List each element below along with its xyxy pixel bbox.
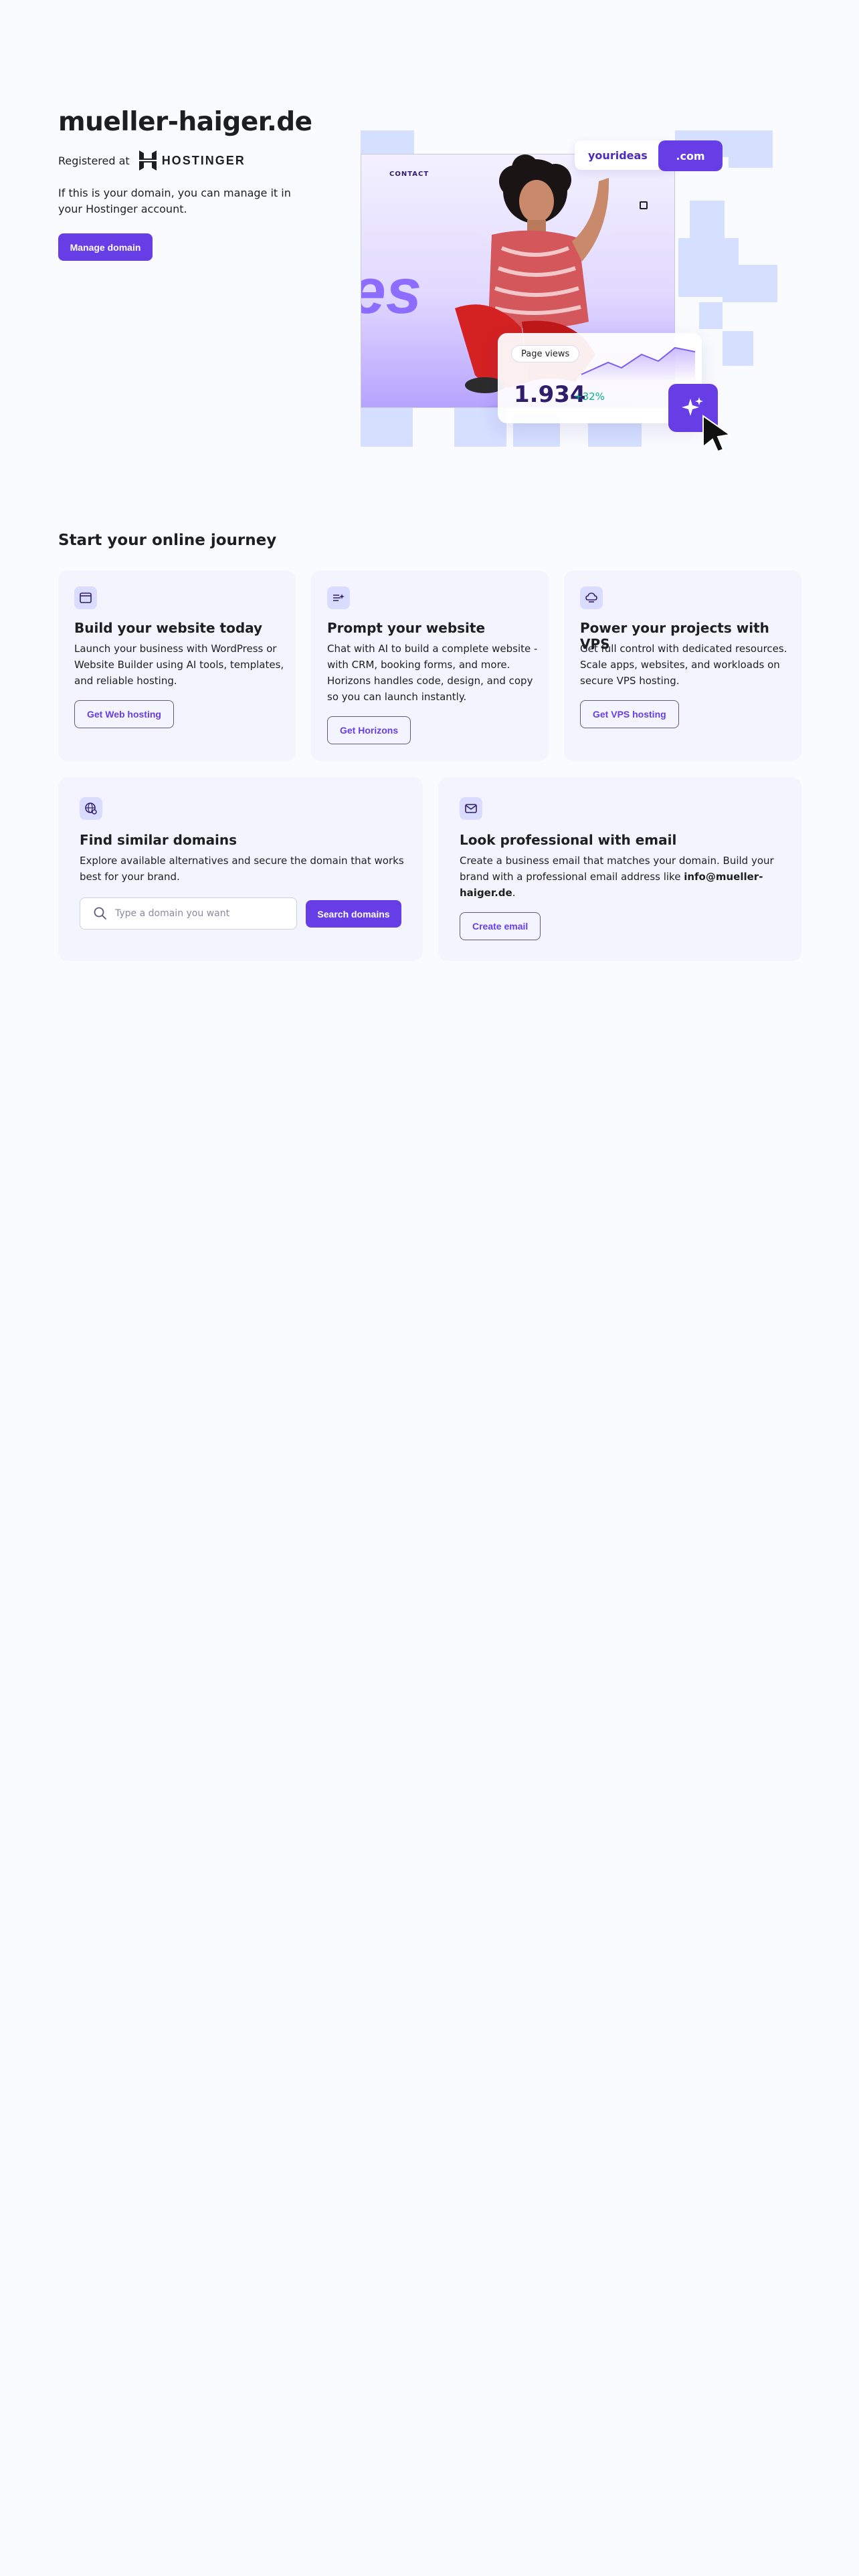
mouse-cursor-icon	[702, 415, 732, 452]
decor-square	[699, 302, 723, 329]
tld-pill: .com	[658, 140, 723, 171]
card-description: Get full control with dedicated resource…	[580, 643, 787, 687]
card-description: Chat with AI to build a complete website…	[327, 643, 538, 703]
get-horizons-button[interactable]: Get Horizons	[327, 716, 411, 744]
domain-title: mueller-haiger.de	[58, 107, 312, 137]
page-views-label: Page views	[511, 345, 580, 362]
email-description-suffix: .	[512, 887, 516, 899]
card-description: Explore available alternatives and secur…	[80, 855, 404, 883]
decor-square	[723, 265, 777, 302]
trend-line-chart	[581, 346, 695, 383]
decor-square	[723, 331, 753, 366]
browser-window-icon	[74, 586, 97, 609]
hero-section: mueller-haiger.de Registered at HOSTINGE…	[58, 0, 801, 468]
decor-square	[690, 201, 725, 238]
hostinger-logo: HOSTINGER	[138, 150, 246, 171]
email-card: Look professional with email Create a bu…	[438, 777, 801, 961]
card-description: Launch your business with WordPress or W…	[74, 643, 284, 687]
registrar-row: Registered at HOSTINGER	[58, 150, 246, 171]
create-email-button[interactable]: Create email	[460, 912, 541, 940]
decor-square	[361, 130, 414, 157]
card-title: Build your website today	[74, 620, 263, 636]
decor-square	[729, 130, 773, 168]
hostinger-h-icon	[138, 150, 157, 171]
decor-square	[678, 238, 723, 297]
card-title: Find similar domains	[80, 832, 237, 848]
similar-domains-card: Find similar domains Explore available a…	[58, 777, 423, 961]
mock-headline: d ves	[361, 255, 422, 327]
horizons-card: Prompt your website Chat with AI to buil…	[311, 570, 549, 761]
server-cloud-icon	[580, 586, 603, 609]
card-title: Prompt your website	[327, 620, 486, 636]
search-icon	[94, 907, 107, 920]
web-hosting-card: Build your website today Launch your bus…	[58, 570, 296, 761]
get-vps-hosting-button[interactable]: Get VPS hosting	[580, 700, 679, 728]
vps-card: Power your projects with VPS Get full co…	[564, 570, 801, 761]
manage-domain-button[interactable]: Manage domain	[58, 233, 153, 261]
decor-square	[588, 421, 642, 447]
ai-sparkle-lines-icon	[327, 586, 350, 609]
domain-search-input[interactable]	[115, 908, 276, 919]
page-views-change: +32%	[574, 391, 605, 403]
envelope-icon	[460, 797, 482, 820]
domain-search-box	[80, 897, 297, 930]
registrar-name: HOSTINGER	[161, 153, 246, 167]
card-description: Create a business email that matches you…	[460, 853, 781, 901]
hero-illustration: S CONTACT d ves	[361, 127, 829, 475]
search-domains-button[interactable]: Search domains	[306, 900, 401, 928]
registered-label: Registered at	[58, 154, 130, 167]
decor-square	[723, 238, 739, 265]
page: mueller-haiger.de Registered at HOSTINGE…	[0, 0, 859, 2576]
journey-title: Start your online journey	[58, 532, 277, 549]
mock-nav-contact: CONTACT	[389, 171, 430, 178]
card-title: Look professional with email	[460, 832, 677, 848]
get-web-hosting-button[interactable]: Get Web hosting	[74, 700, 174, 728]
globe-search-icon	[80, 797, 102, 820]
hero-description: If this is your domain, you can manage i…	[58, 187, 291, 215]
